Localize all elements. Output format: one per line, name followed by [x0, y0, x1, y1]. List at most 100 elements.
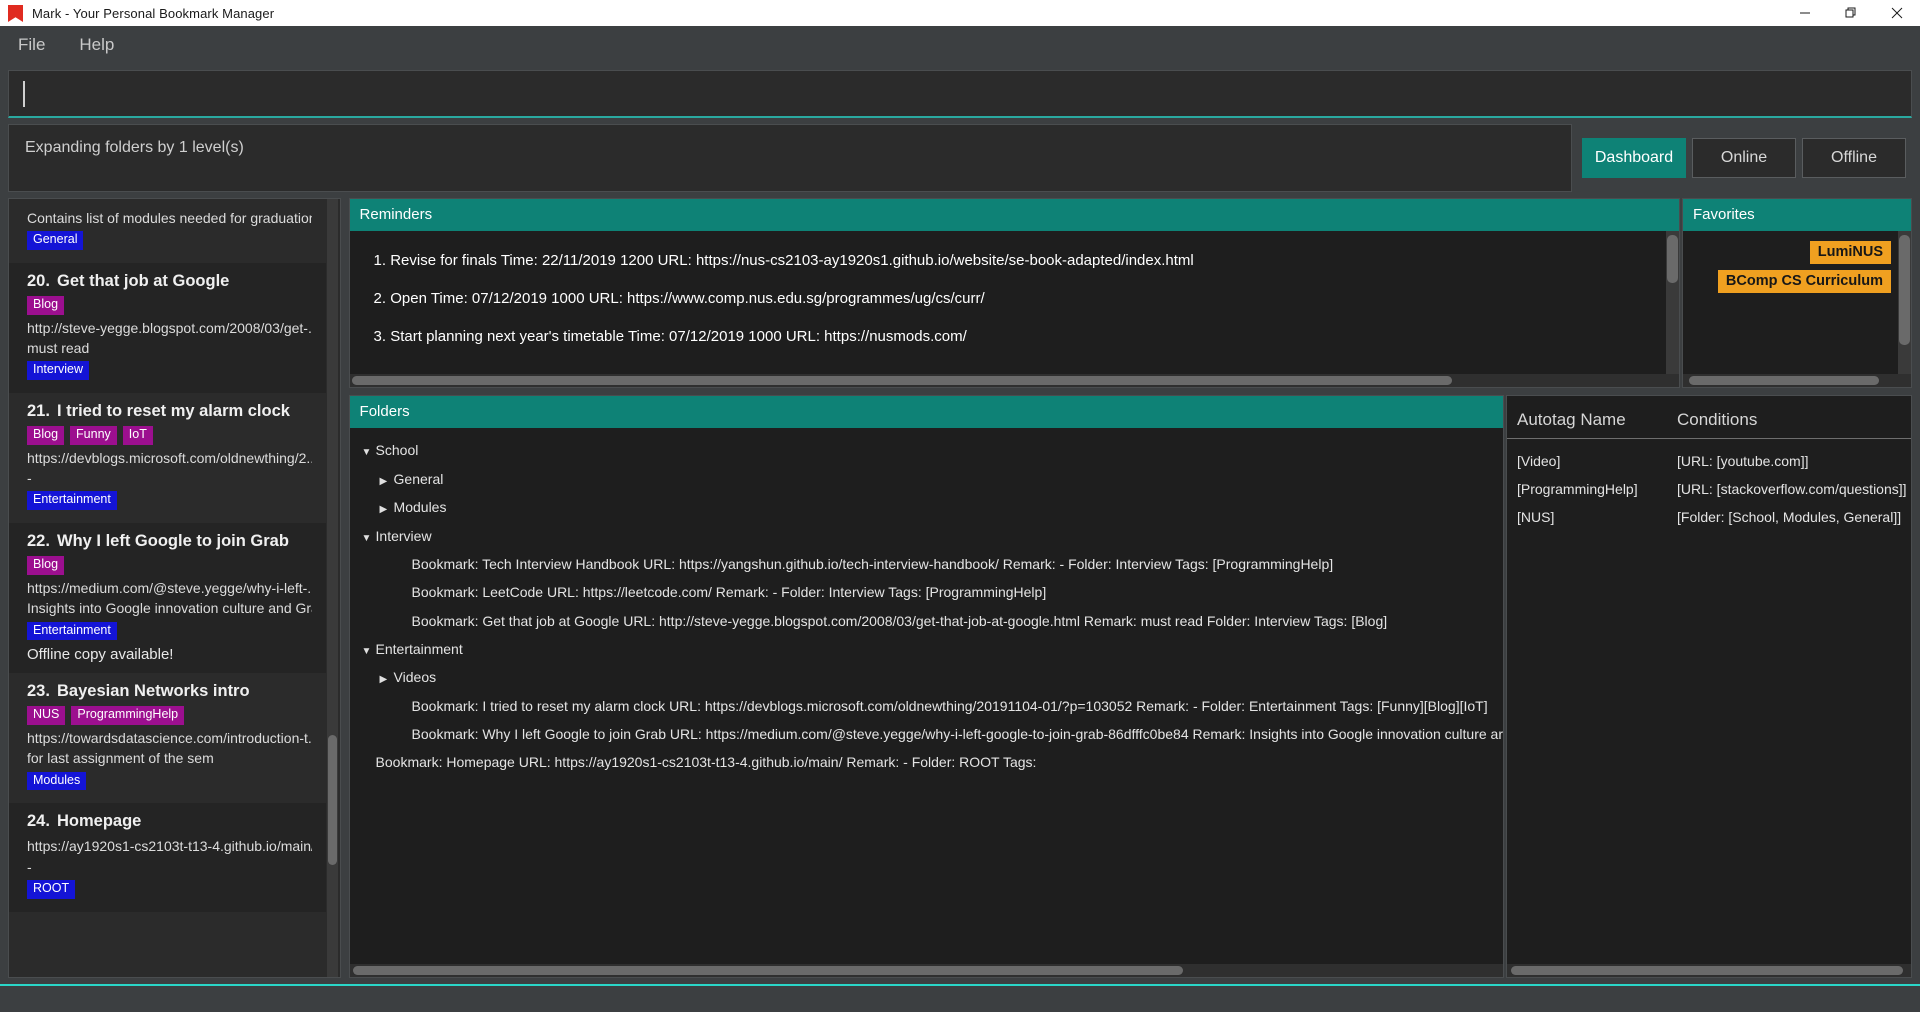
- folder-tree-folder-row[interactable]: ▼ Entertainment: [350, 635, 1503, 664]
- menu-item-help[interactable]: Help: [75, 33, 118, 57]
- command-input[interactable]: [8, 70, 1912, 118]
- folder-tree-folder-row[interactable]: ▼ Interview: [350, 522, 1503, 551]
- folder-tree-bookmark-row[interactable]: Bookmark: Tech Interview Handbook URL: h…: [350, 550, 1503, 578]
- right-column: Reminders 1. Revise for finals Time: 22/…: [348, 198, 1912, 978]
- bookmark-url: https://ay1920s1-cs2103t-t13-4.github.io…: [27, 838, 312, 855]
- bookmark-index: 24.: [27, 812, 50, 831]
- bottom-row: Folders ▼ School ▶ General ▶ Modules ▼ Intervie…: [348, 395, 1912, 978]
- bookmark-index: 20.: [27, 272, 50, 291]
- bookmark-url: https://medium.com/@steve.yegge/why-i-le…: [27, 579, 312, 596]
- bookmark-url: http://steve-yegge.blogspot.com/2008/03/…: [27, 319, 312, 336]
- scrollbar-thumb[interactable]: [1689, 376, 1879, 385]
- scrollbar-thumb[interactable]: [1667, 235, 1678, 283]
- bookmark-card[interactable]: 22. Why I left Google to join Grab Blog htt…: [9, 523, 326, 674]
- favorite-chip[interactable]: BComp CS Curriculum: [1717, 270, 1891, 293]
- autotag-body: Autotag Name Conditions [Video] [URL: [yo…: [1507, 396, 1911, 964]
- scrollbar-thumb[interactable]: [351, 376, 1452, 385]
- tag-chip[interactable]: ProgrammingHelp: [71, 706, 185, 726]
- minimize-icon[interactable]: [1782, 0, 1828, 26]
- tree-row-label: Bookmark: LeetCode URL: https://leetcode…: [411, 584, 1047, 601]
- autotag-hscrollbar[interactable]: [1507, 964, 1911, 977]
- result-row: Expanding folders by 1 level(s) Dashboar…: [0, 118, 1920, 192]
- favorites-scrollbar[interactable]: [1898, 231, 1911, 374]
- bookmark-url: https://devblogs.microsoft.com/oldnewthi…: [27, 449, 312, 466]
- chevron-down-icon[interactable]: ▼: [362, 446, 376, 461]
- chevron-down-icon[interactable]: ▼: [362, 532, 376, 547]
- folder-tree-bookmark-row[interactable]: Bookmark: LeetCode URL: https://leetcode…: [350, 578, 1503, 606]
- bookmark-card[interactable]: 23. Bayesian Networks intro NUS Programming…: [9, 673, 326, 804]
- autotag-rows: [Video] [URL: [youtube.com]] [ProgrammingH…: [1507, 441, 1911, 525]
- tree-row-label: Bookmark: I tried to reset my alarm cloc…: [411, 697, 1488, 714]
- tag-chip[interactable]: Blog: [27, 426, 65, 445]
- folder-chip[interactable]: Entertainment: [27, 491, 117, 511]
- tree-row-label: School: [375, 442, 419, 458]
- folder-chip[interactable]: ROOT: [27, 880, 76, 899]
- bookmark-url: https://towardsdatascience.com/introduct…: [27, 730, 312, 747]
- folder-chip[interactable]: Modules: [27, 771, 87, 791]
- bookmark-card[interactable]: Contains list of modules needed for grad…: [9, 199, 326, 264]
- bookmark-remark: Insights into Google innovation culture …: [27, 600, 312, 617]
- result-text: Expanding folders by 1 level(s): [25, 139, 244, 156]
- tag-chip[interactable]: IoT: [122, 426, 153, 445]
- bookmark-card[interactable]: 21. I tried to reset my alarm clock Blog Fu…: [9, 393, 326, 524]
- bookmark-list-scrollbar[interactable]: [326, 199, 338, 977]
- bookmark-card[interactable]: 20. Get that job at Google Blog http://stev…: [9, 263, 326, 394]
- bookmark-tags: NUS ProgrammingHelp: [27, 706, 312, 726]
- bookmark-index: 23.: [27, 682, 50, 701]
- tag-chip[interactable]: Funny: [70, 426, 117, 445]
- bookmark-title: 23. Bayesian Networks intro: [27, 682, 250, 701]
- folder-tree-folder-row[interactable]: ▶ Modules: [350, 493, 1503, 522]
- tree-row-label: Interview: [375, 527, 432, 544]
- scrollbar-thumb[interactable]: [1511, 966, 1903, 975]
- result-display: Expanding folders by 1 level(s): [8, 124, 1572, 192]
- tab-offline[interactable]: Offline: [1802, 138, 1906, 178]
- tag-chip[interactable]: NUS: [27, 706, 66, 726]
- folder-chip[interactable]: General: [27, 231, 84, 251]
- favorites-body: LumiNUS BComp CS Curriculum: [1683, 231, 1911, 374]
- scrollbar-thumb[interactable]: [327, 735, 337, 865]
- tag-chip[interactable]: Blog: [27, 296, 65, 315]
- maximize-icon[interactable]: [1828, 0, 1874, 26]
- scrollbar-thumb[interactable]: [1899, 235, 1910, 345]
- menu-item-file[interactable]: File: [14, 33, 49, 57]
- bookmark-index: 21.: [27, 402, 50, 421]
- scrollbar-thumb[interactable]: [352, 966, 1183, 975]
- autotag-name-cell: [NUS]: [1517, 509, 1555, 525]
- favorites-hscrollbar[interactable]: [1683, 374, 1911, 387]
- tab-online[interactable]: Online: [1692, 138, 1796, 178]
- bookmark-card[interactable]: 24. Homepage https://ay1920s1-cs2103t-t13-…: [9, 803, 326, 912]
- favorite-chip[interactable]: LumiNUS: [1809, 241, 1891, 264]
- bookmark-folder: Entertainment: [27, 491, 312, 511]
- autotag-name-cell: [ProgrammingHelp]: [1517, 481, 1638, 497]
- chevron-down-icon[interactable]: ▼: [362, 645, 376, 660]
- folder-chip[interactable]: Entertainment: [27, 621, 117, 641]
- tag-chip[interactable]: Blog: [27, 556, 65, 575]
- folder-tree-bookmark-row[interactable]: Bookmark: Get that job at Google URL: ht…: [350, 607, 1503, 635]
- chevron-right-icon[interactable]: ▶: [380, 475, 394, 490]
- folder-tree-folder-row[interactable]: ▶ General: [350, 465, 1503, 494]
- folder-tree-bookmark-row[interactable]: Bookmark: Homepage URL: https://ay1920s1…: [350, 748, 1503, 776]
- bookmark-tags: Blog: [27, 296, 312, 315]
- close-icon[interactable]: [1874, 0, 1920, 26]
- chevron-right-icon[interactable]: ▶: [380, 503, 394, 518]
- reminders-title: Reminders: [349, 199, 1679, 231]
- bookmark-title: 20. Get that job at Google: [27, 272, 230, 291]
- tab-dashboard[interactable]: Dashboard: [1582, 138, 1686, 178]
- folder-tree-folder-row[interactable]: ▶ Videos: [350, 663, 1503, 692]
- bookmark-remark: Contains list of modules needed for grad…: [27, 210, 312, 226]
- bookmark-tags: Blog Funny IoT: [27, 426, 312, 445]
- bookmark-tags: Blog: [27, 556, 312, 575]
- bookmark-folder: ROOT: [27, 880, 312, 899]
- folder-chip[interactable]: Interview: [27, 361, 90, 381]
- bookmark-list-panel[interactable]: Contains list of modules needed for grad…: [8, 198, 341, 978]
- folders-hscrollbar[interactable]: [349, 964, 1503, 977]
- autotag-condition-cell: [URL: [youtube.com]]: [1677, 453, 1809, 469]
- folder-tree-folder-row[interactable]: ▼ School: [350, 436, 1503, 465]
- folder-tree-bookmark-row[interactable]: Bookmark: I tried to reset my alarm cloc…: [350, 692, 1503, 720]
- reminders-hscrollbar[interactable]: [349, 374, 1679, 387]
- tree-row-label: Entertainment: [375, 640, 463, 657]
- reminders-scrollbar[interactable]: [1666, 231, 1679, 374]
- folder-tree-bookmark-row[interactable]: Bookmark: Why I left Google to join Grab…: [350, 720, 1503, 748]
- status-bar: [0, 984, 1920, 1004]
- chevron-right-icon[interactable]: ▶: [380, 673, 394, 688]
